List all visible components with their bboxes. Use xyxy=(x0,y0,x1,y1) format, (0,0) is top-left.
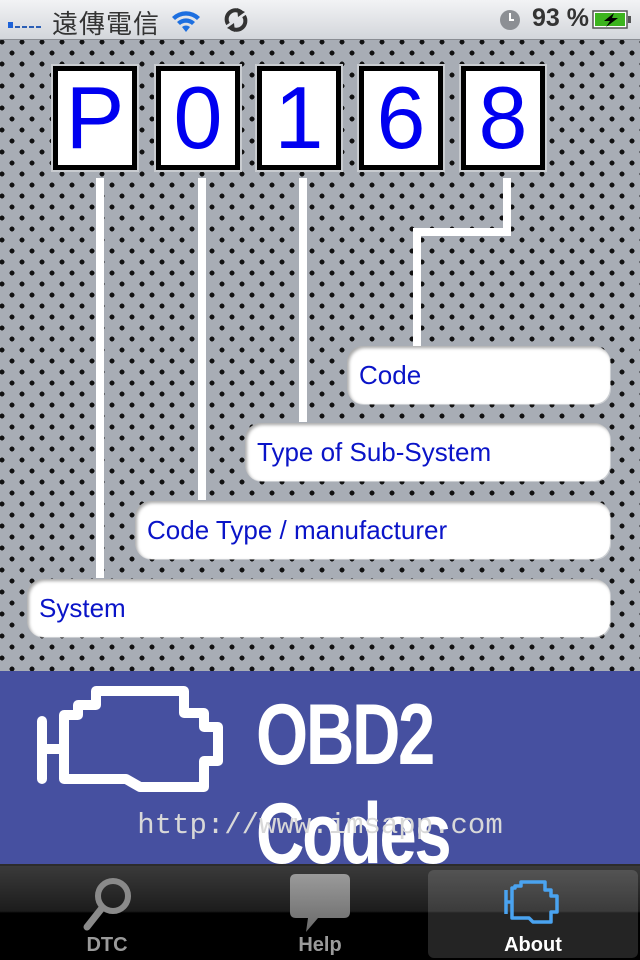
tab-about[interactable]: About xyxy=(428,870,638,958)
dtc-structure-diagram: P 0 1 6 8 Code Type of Sub-System Code T… xyxy=(0,40,640,671)
tab-dtc[interactable]: DTC xyxy=(2,870,212,958)
app-title: OBD2 Codes xyxy=(256,687,452,882)
tab-about-label: About xyxy=(504,934,562,956)
carrier-name: 遠傳電信 xyxy=(52,10,161,40)
tab-help-label: Help xyxy=(298,934,342,956)
tab-bar: DTC Help About xyxy=(0,864,640,960)
label-sub-system: Type of Sub-System xyxy=(245,423,610,481)
label-system: System xyxy=(27,579,610,637)
sync-icon xyxy=(224,8,248,32)
tab-dtc-label: DTC xyxy=(86,934,128,956)
label-sub-system-text: Type of Sub-System xyxy=(257,436,492,467)
battery-charging-icon xyxy=(592,10,631,29)
engine-icon xyxy=(504,880,559,924)
wifi-icon xyxy=(172,11,200,32)
connector-code-type xyxy=(198,178,206,500)
magnifier-icon xyxy=(83,878,131,931)
code-char-code-type: 0 xyxy=(154,64,242,172)
connector-system xyxy=(96,178,104,578)
speech-bubble-icon xyxy=(290,874,350,932)
battery-percentage: 93 % xyxy=(532,4,589,32)
app-url-link[interactable]: http://www.imsapp.com xyxy=(0,809,640,842)
code-char-sub-system: 1 xyxy=(255,64,343,172)
label-code-type-text: Code Type / manufacturer xyxy=(147,514,448,545)
label-code-type: Code Type / manufacturer xyxy=(135,501,610,559)
label-code: Code xyxy=(347,346,610,404)
app-banner: OBD2 Codes http://www.imsapp.com xyxy=(0,671,640,882)
connector-code-bridge xyxy=(413,228,511,236)
code-char-code-2: 8 xyxy=(459,64,547,172)
connector-code-left xyxy=(413,228,421,346)
signal-strength-icon xyxy=(8,22,41,28)
tab-help[interactable]: Help xyxy=(215,870,425,958)
code-char-code-1: 6 xyxy=(357,64,445,172)
code-char-system: P xyxy=(51,64,139,172)
connector-sub-system xyxy=(299,178,307,422)
engine-icon xyxy=(37,686,223,792)
label-code-text: Code xyxy=(359,359,422,390)
label-system-text: System xyxy=(39,592,126,623)
clock-icon xyxy=(500,10,520,30)
status-bar: 遠傳電信 93 % xyxy=(0,0,640,40)
